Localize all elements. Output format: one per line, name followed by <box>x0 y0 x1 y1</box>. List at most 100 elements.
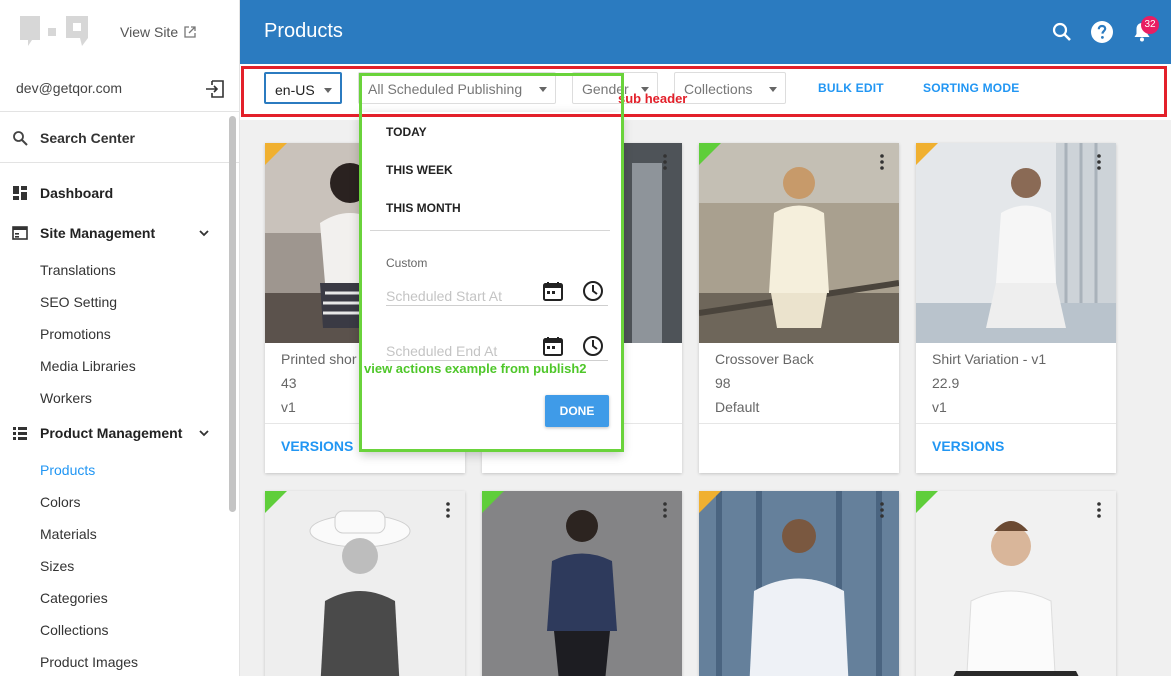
search-icon <box>13 131 28 146</box>
product-photo <box>916 143 1116 343</box>
notification-count-badge: 32 <box>1141 16 1159 34</box>
site-management-icon <box>12 226 28 240</box>
caret-down-icon <box>769 87 777 92</box>
menu-item-this-month[interactable]: THIS MONTH <box>386 201 461 215</box>
status-corner-marker <box>916 143 938 165</box>
menu-divider <box>370 230 610 231</box>
logo-row: View Site <box>0 0 239 64</box>
scheduled-end-field[interactable]: Scheduled End At <box>386 331 608 361</box>
sidebar-item-translations[interactable]: Translations <box>40 262 116 278</box>
sidebar-item-workers[interactable]: Workers <box>40 390 92 406</box>
sidebar-item-dashboard[interactable]: Dashboard <box>0 179 226 207</box>
locale-select[interactable]: en-US <box>264 72 342 104</box>
status-corner-marker <box>916 491 938 513</box>
status-corner-marker <box>482 491 504 513</box>
product-price: 98 <box>715 375 731 391</box>
status-corner-marker <box>265 491 287 513</box>
sidebar-section-product-management[interactable]: Product Management <box>0 419 226 447</box>
scheduled-start-field[interactable]: Scheduled Start At <box>386 276 608 306</box>
sorting-mode-button[interactable]: SORTING MODE <box>923 81 1019 95</box>
card-divider <box>699 423 899 424</box>
product-card[interactable] <box>265 491 465 676</box>
app-header: Products <box>240 0 1171 64</box>
view-actions-annotation-label: view actions example from publish2 <box>364 361 587 376</box>
sidebar-item-products[interactable]: Products <box>40 462 95 478</box>
search-icon[interactable] <box>1050 20 1074 44</box>
product-name: Crossover Back <box>715 351 814 367</box>
scheduled-end-placeholder: Scheduled End At <box>386 343 498 359</box>
dashboard-icon <box>13 186 27 200</box>
collections-filter-select[interactable]: Collections <box>674 72 786 104</box>
product-photo <box>699 491 899 676</box>
scheduled-start-placeholder: Scheduled Start At <box>386 288 502 304</box>
custom-range-label: Custom <box>386 256 428 270</box>
chevron-down-icon <box>199 230 209 237</box>
clock-icon[interactable] <box>582 335 604 357</box>
sidebar-item-sizes[interactable]: Sizes <box>40 558 74 574</box>
chevron-down-icon <box>199 430 209 437</box>
caret-down-icon <box>539 87 547 92</box>
product-photo <box>482 491 682 676</box>
product-photo <box>265 491 465 676</box>
sidebar-section-label: Site Management <box>40 225 156 241</box>
more-vertical-icon[interactable] <box>875 153 889 171</box>
caret-down-icon <box>324 88 332 93</box>
collections-filter-value: Collections <box>684 81 753 97</box>
product-card[interactable] <box>482 491 682 676</box>
product-name: Shirt Variation - v1 <box>932 351 1047 367</box>
product-name: Printed shor <box>281 351 357 367</box>
sidebar-scrollbar[interactable] <box>229 116 236 512</box>
versions-button[interactable]: VERSIONS <box>281 438 353 454</box>
sidebar-item-materials[interactable]: Materials <box>40 526 97 542</box>
status-corner-marker <box>265 143 287 165</box>
sidebar-item-media-libraries[interactable]: Media Libraries <box>40 358 136 374</box>
menu-item-today[interactable]: TODAY <box>386 125 427 139</box>
more-vertical-icon[interactable] <box>658 153 672 171</box>
calendar-icon[interactable] <box>542 335 564 357</box>
sidebar-item-colors[interactable]: Colors <box>40 494 80 510</box>
sidebar-item-promotions[interactable]: Promotions <box>40 326 111 342</box>
sidebar-section-label: Product Management <box>40 425 183 441</box>
help-icon[interactable] <box>1090 20 1114 44</box>
sidebar-section-site-management[interactable]: Site Management <box>0 219 226 247</box>
menu-item-this-week[interactable]: THIS WEEK <box>386 163 453 177</box>
bulk-edit-button[interactable]: BULK EDIT <box>818 81 884 95</box>
view-site-label: View Site <box>120 24 179 40</box>
done-button[interactable]: DONE <box>545 395 609 427</box>
more-vertical-icon[interactable] <box>875 501 889 519</box>
product-card[interactable]: Crossover Back 98 Default <box>699 143 899 473</box>
product-card[interactable] <box>699 491 899 676</box>
sidebar-item-product-images[interactable]: Product Images <box>40 654 138 670</box>
more-vertical-icon[interactable] <box>658 501 672 519</box>
sidebar-item-collections[interactable]: Collections <box>40 622 108 638</box>
qor-logo[interactable] <box>18 16 92 48</box>
more-vertical-icon[interactable] <box>1092 153 1106 171</box>
product-variant: v1 <box>281 399 296 415</box>
search-center-item[interactable]: Search Center <box>0 113 239 163</box>
user-email: dev@getqor.com <box>16 80 123 96</box>
logout-icon[interactable] <box>204 78 226 100</box>
calendar-icon[interactable] <box>542 280 564 302</box>
external-link-icon <box>184 26 196 38</box>
versions-button[interactable]: VERSIONS <box>932 438 1004 454</box>
product-variant: Default <box>715 399 760 415</box>
publishing-filter-select[interactable]: All Scheduled Publishing <box>358 72 556 104</box>
sidebar-item-categories[interactable]: Categories <box>40 590 108 606</box>
search-center-label: Search Center <box>40 130 135 146</box>
view-site-link[interactable]: View Site <box>120 24 196 40</box>
page-title: Products <box>264 20 343 42</box>
sub-header-annotation-label: sub header <box>618 91 688 106</box>
more-vertical-icon[interactable] <box>441 501 455 519</box>
product-photo <box>699 143 899 343</box>
product-card[interactable] <box>916 491 1116 676</box>
more-vertical-icon[interactable] <box>1092 501 1106 519</box>
sidebar: View Site dev@getqor.com Search Center D… <box>0 0 240 676</box>
product-card[interactable]: Shirt Variation - v1 22.9 v1 VERSIONS <box>916 143 1116 473</box>
product-price: 22.9 <box>932 375 960 391</box>
product-price: 43 <box>281 375 297 391</box>
sidebar-item-seo-setting[interactable]: SEO Setting <box>40 294 117 310</box>
product-photo <box>916 491 1116 676</box>
publishing-filter-value: All Scheduled Publishing <box>368 81 523 97</box>
status-corner-marker <box>699 491 721 513</box>
clock-icon[interactable] <box>582 280 604 302</box>
